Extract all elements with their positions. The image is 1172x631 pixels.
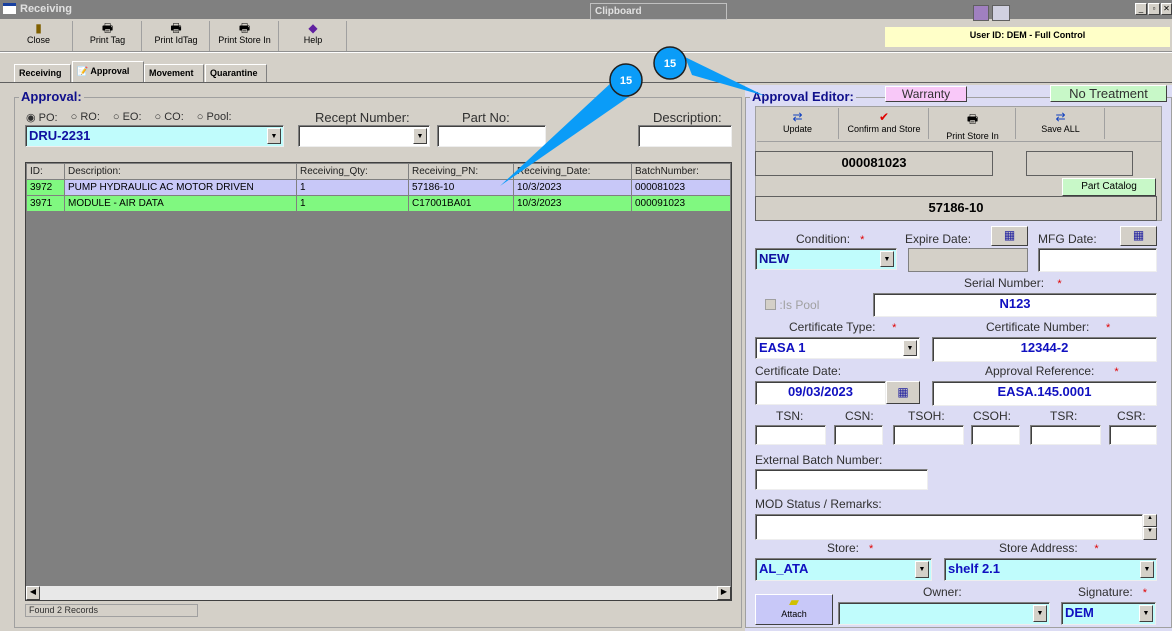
callout-overlay: 15 15	[500, 46, 765, 186]
callout-number: 15	[620, 75, 632, 87]
callout-pointer	[685, 57, 765, 96]
callout-pointer	[500, 82, 630, 186]
callout-number: 15	[664, 58, 676, 70]
